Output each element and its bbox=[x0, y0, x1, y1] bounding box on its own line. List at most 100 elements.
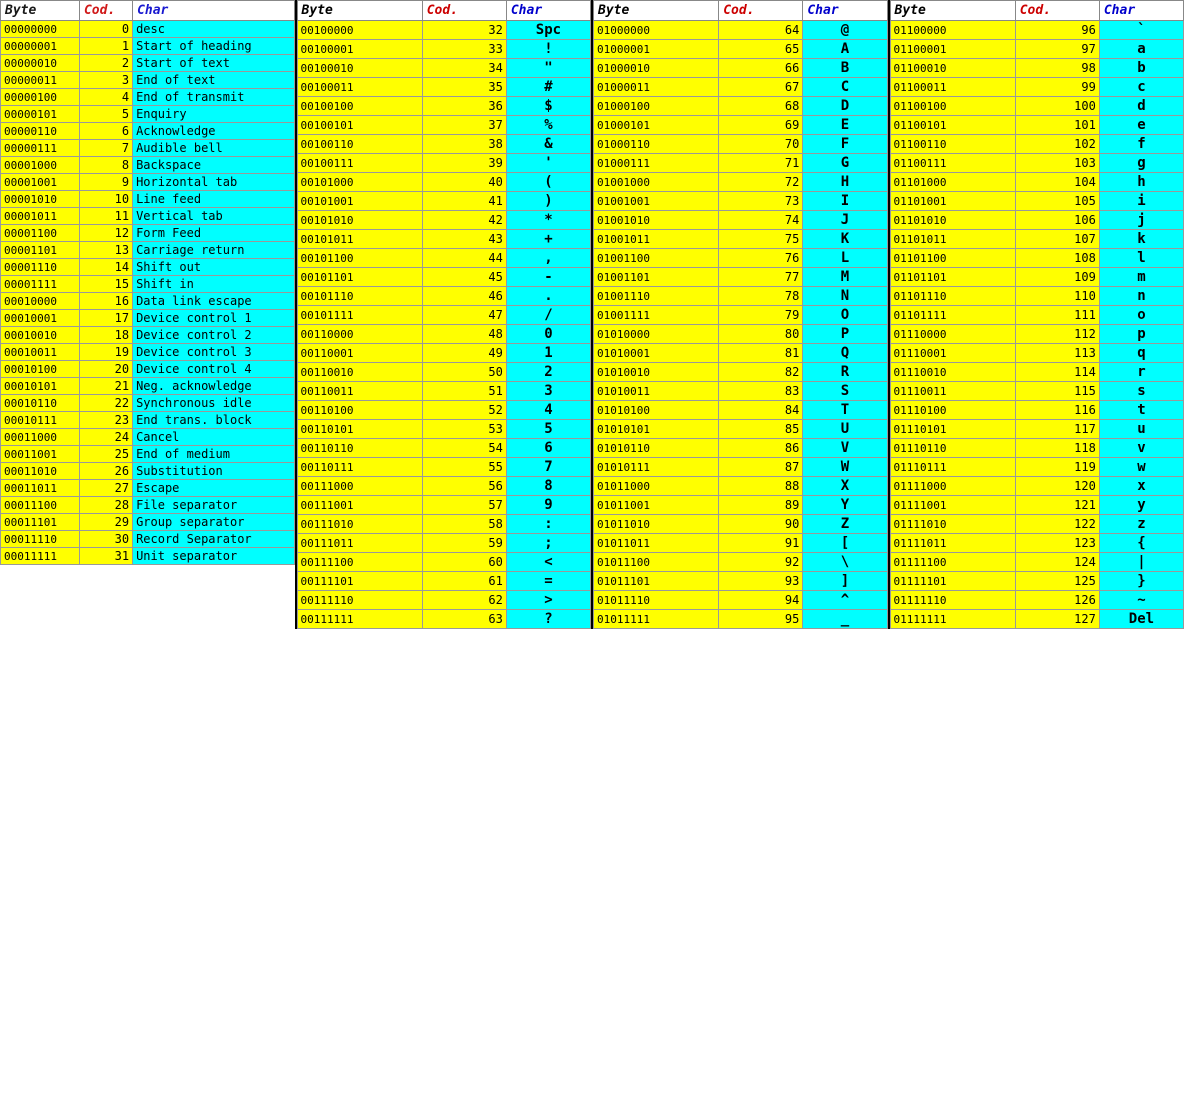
header-char-3: Char bbox=[803, 1, 887, 21]
cod-cell: 86 bbox=[719, 439, 803, 458]
char-cell: o bbox=[1099, 306, 1183, 325]
cod-cell: 41 bbox=[422, 192, 506, 211]
desc-cell: End of transmit bbox=[133, 89, 294, 106]
table-row: 0001111030Record Separator bbox=[1, 531, 295, 548]
char-cell: Y bbox=[803, 496, 887, 515]
table-row: 01101100108l bbox=[890, 249, 1184, 268]
byte-cell: 00100000 bbox=[297, 21, 422, 40]
table-row: 0010011139' bbox=[297, 154, 591, 173]
char-cell: [ bbox=[803, 534, 887, 553]
table-row: 0001010020Device control 4 bbox=[1, 361, 295, 378]
byte-cell: 01010010 bbox=[594, 363, 719, 382]
cod-cell: 93 bbox=[719, 572, 803, 591]
char-cell: ] bbox=[803, 572, 887, 591]
table-row: 0101111094^ bbox=[594, 591, 888, 610]
cod-cell: 84 bbox=[719, 401, 803, 420]
char-cell: 1 bbox=[506, 344, 590, 363]
cod-cell: 127 bbox=[1015, 610, 1099, 629]
table-row: 01111101125} bbox=[890, 572, 1184, 591]
char-cell: . bbox=[506, 287, 590, 306]
byte-cell: 00000111 bbox=[1, 140, 80, 157]
cod-cell: 105 bbox=[1015, 192, 1099, 211]
table-row: 0001001018Device control 2 bbox=[1, 327, 295, 344]
table-row: 01110111119w bbox=[890, 458, 1184, 477]
table-row: 0100010068D bbox=[594, 97, 888, 116]
cod-cell: 26 bbox=[79, 463, 132, 480]
table-row: 0000110012Form Feed bbox=[1, 225, 295, 242]
table-row: 01111100124| bbox=[890, 553, 1184, 572]
byte-cell: 00001101 bbox=[1, 242, 80, 259]
table-row: 01111000120x bbox=[890, 477, 1184, 496]
cod-cell: 107 bbox=[1015, 230, 1099, 249]
cod-cell: 103 bbox=[1015, 154, 1099, 173]
byte-cell: 01111000 bbox=[890, 477, 1015, 496]
byte-cell: 01111111 bbox=[890, 610, 1015, 629]
cod-cell: 68 bbox=[719, 97, 803, 116]
table-row: 0001000117Device control 1 bbox=[1, 310, 295, 327]
table-row: 0101001082R bbox=[594, 363, 888, 382]
byte-cell: 00110111 bbox=[297, 458, 422, 477]
cod-cell: 104 bbox=[1015, 173, 1099, 192]
cod-cell: 108 bbox=[1015, 249, 1099, 268]
cod-cell: 74 bbox=[719, 211, 803, 230]
cod-cell: 57 bbox=[422, 496, 506, 515]
char-cell: G bbox=[803, 154, 887, 173]
table-row: 00110110546 bbox=[297, 439, 591, 458]
cod-cell: 65 bbox=[719, 40, 803, 59]
char-cell: 9 bbox=[506, 496, 590, 515]
char-cell: n bbox=[1099, 287, 1183, 306]
table-row: 0110000197a bbox=[890, 40, 1184, 59]
byte-cell: 00001000 bbox=[1, 157, 80, 174]
char-cell: ~ bbox=[1099, 591, 1183, 610]
table-row: 0101001183S bbox=[594, 382, 888, 401]
cod-cell: 119 bbox=[1015, 458, 1099, 477]
byte-cell: 01111110 bbox=[890, 591, 1015, 610]
table-row: 0101011086V bbox=[594, 439, 888, 458]
byte-cell: 01000100 bbox=[594, 97, 719, 116]
desc-cell: Line feed bbox=[133, 191, 294, 208]
byte-cell: 00010000 bbox=[1, 293, 80, 310]
char-cell: g bbox=[1099, 154, 1183, 173]
byte-cell: 00011101 bbox=[1, 514, 80, 531]
desc-cell: Start of heading bbox=[133, 38, 294, 55]
cod-cell: 39 bbox=[422, 154, 506, 173]
table-row: 0010110145- bbox=[297, 268, 591, 287]
table-row: 01111001121y bbox=[890, 496, 1184, 515]
byte-cell: 01101001 bbox=[890, 192, 1015, 211]
table-row: 0010010137% bbox=[297, 116, 591, 135]
cod-cell: 109 bbox=[1015, 268, 1099, 287]
char-cell: > bbox=[506, 591, 590, 610]
char-cell: W bbox=[803, 458, 887, 477]
cod-cell: 4 bbox=[79, 89, 132, 106]
char-cell: l bbox=[1099, 249, 1183, 268]
cod-cell: 79 bbox=[719, 306, 803, 325]
cod-cell: 64 bbox=[719, 21, 803, 40]
char-cell: w bbox=[1099, 458, 1183, 477]
byte-cell: 01110100 bbox=[890, 401, 1015, 420]
table-row: 000010019Horizontal tab bbox=[1, 174, 295, 191]
byte-cell: 00110000 bbox=[297, 325, 422, 344]
desc-cell: Vertical tab bbox=[133, 208, 294, 225]
char-cell: i bbox=[1099, 192, 1183, 211]
char-cell: A bbox=[803, 40, 887, 59]
cod-cell: 113 bbox=[1015, 344, 1099, 363]
cod-cell: 11 bbox=[79, 208, 132, 225]
cod-cell: 100 bbox=[1015, 97, 1099, 116]
char-cell: x bbox=[1099, 477, 1183, 496]
cod-cell: 5 bbox=[79, 106, 132, 123]
table-row: 0011111163? bbox=[297, 610, 591, 629]
table-row: 0100000165A bbox=[594, 40, 888, 59]
table-row: 0001111131Unit separator bbox=[1, 548, 295, 565]
table-row: 0010101042* bbox=[297, 211, 591, 230]
cod-cell: 17 bbox=[79, 310, 132, 327]
table-row: 0101101090Z bbox=[594, 515, 888, 534]
char-cell: * bbox=[506, 211, 590, 230]
table-row: 0101111195_ bbox=[594, 610, 888, 629]
cod-cell: 122 bbox=[1015, 515, 1099, 534]
byte-cell: 01011000 bbox=[594, 477, 719, 496]
byte-cell: 00100111 bbox=[297, 154, 422, 173]
table-row: 0010000032Spc bbox=[297, 21, 591, 40]
char-cell: % bbox=[506, 116, 590, 135]
desc-cell: Synchronous idle bbox=[133, 395, 294, 412]
cod-cell: 15 bbox=[79, 276, 132, 293]
